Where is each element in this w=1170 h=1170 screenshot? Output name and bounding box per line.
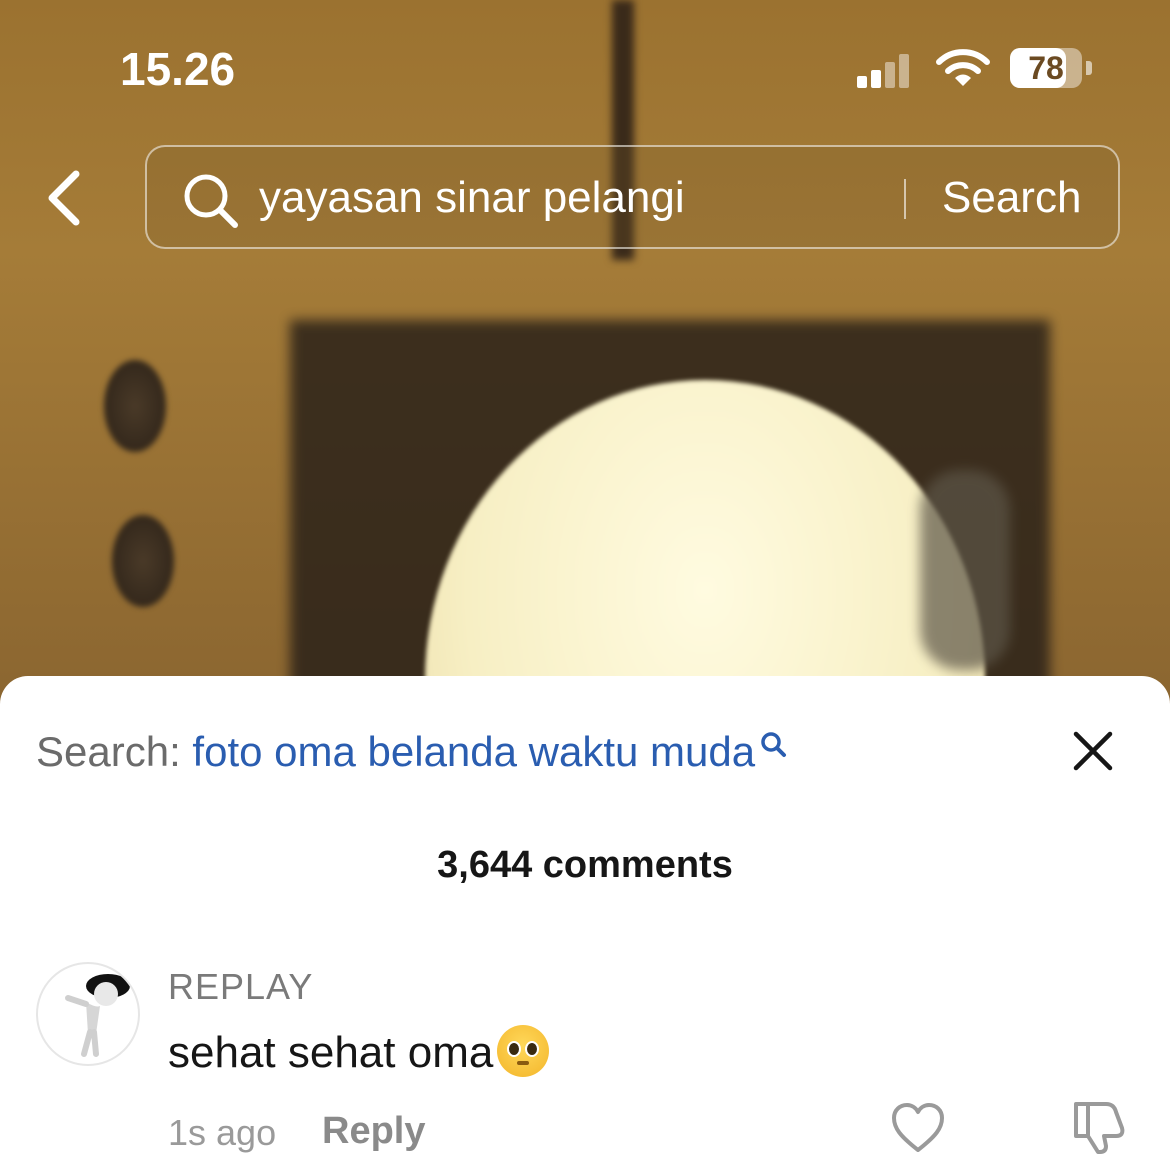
battery-indicator: 78 xyxy=(1010,48,1082,88)
thumbs-down-icon[interactable] xyxy=(1070,1098,1128,1156)
comment-username[interactable]: REPLAY xyxy=(168,966,313,1008)
battery-tip xyxy=(1086,61,1092,75)
comments-sheet: Search: foto oma belanda waktu muda 3,64… xyxy=(0,676,1170,1170)
avatar-figure-icon xyxy=(65,974,130,1057)
comment-count: 3,644 comments xyxy=(437,844,733,886)
hair-shadow xyxy=(920,470,1010,670)
search-query-text[interactable]: yayasan sinar pelangi xyxy=(259,173,685,223)
search-icon xyxy=(761,732,787,757)
search-field[interactable]: yayasan sinar pelangi Search xyxy=(145,145,1120,249)
cellular-signal-icon xyxy=(857,52,917,88)
related-search-term[interactable]: foto oma belanda waktu muda xyxy=(192,728,755,775)
comment-body: sehat sehat oma xyxy=(168,1025,550,1081)
battery-percentage: 78 xyxy=(1028,50,1064,86)
wifi-icon xyxy=(936,49,990,86)
back-chevron-icon[interactable] xyxy=(40,168,90,228)
pleading-face-emoji-icon xyxy=(497,1025,550,1078)
wall-plate xyxy=(104,360,166,452)
comment-timestamp: 1s ago xyxy=(168,1112,277,1153)
search-divider xyxy=(904,179,906,219)
related-search-link[interactable]: Search: foto oma belanda waktu muda xyxy=(36,728,789,776)
search-icon xyxy=(184,174,238,228)
close-icon[interactable] xyxy=(1070,728,1116,774)
status-time: 15.26 xyxy=(120,43,236,95)
related-search-prefix: Search: xyxy=(36,728,181,775)
reply-button[interactable]: Reply xyxy=(322,1110,425,1153)
comment-text: sehat sehat oma xyxy=(168,1028,494,1077)
search-button[interactable]: Search xyxy=(942,173,1081,223)
video-background[interactable] xyxy=(0,0,1170,720)
heart-icon[interactable] xyxy=(890,1102,946,1154)
avatar[interactable] xyxy=(36,962,140,1066)
wall-plate xyxy=(112,515,174,607)
